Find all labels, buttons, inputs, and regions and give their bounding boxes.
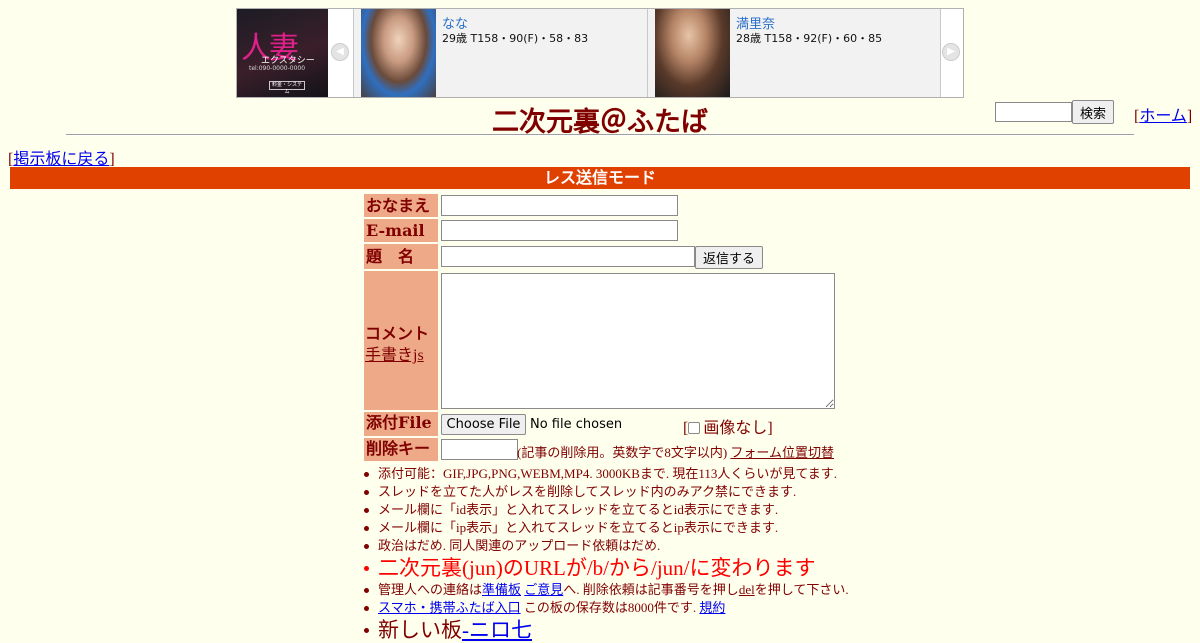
ad-card-photo (655, 9, 730, 97)
delkey-label: 削除キー (364, 438, 438, 461)
new-board-prefix: 新しい板 (378, 618, 462, 642)
subject-label: 題 名 (364, 244, 438, 269)
new-board-link[interactable]: -ニロ七 (462, 618, 532, 642)
mobile-futaba-link[interactable]: スマホ・携帯ふたば入口 (378, 600, 521, 615)
ad-card[interactable]: 満里奈 28歳 T158・92(F)・60・85 (647, 9, 941, 97)
delete-key-field[interactable] (441, 439, 518, 460)
delkey-note: (記事の削除用。英数字で8文字以内) (517, 445, 728, 460)
contact-suffix: を押して下さい. (754, 582, 849, 597)
contact-prefix: 管理人への連絡は (378, 582, 483, 597)
ad-banner[interactable]: 人妻 エクスタシー tel:090-0000-0000 料金・システム ◀ なな… (236, 8, 964, 98)
reply-mode-banner: レス送信モード (10, 167, 1190, 189)
back-to-board-link[interactable]: 掲示板に戻る (13, 151, 109, 168)
header-divider (66, 134, 1134, 136)
chevron-right-icon[interactable]: ▶ (942, 43, 960, 61)
list-item: 管理人への連絡は準備板 ご意見へ. 削除依頼は記事番号を押しdelを押して下さい… (362, 581, 1182, 599)
ad-logo-button: 料金・システム (269, 81, 305, 95)
terms-link[interactable]: 規約 (699, 600, 725, 615)
board-rules-list: 添付可能：GIF,JPG,PNG,WEBM,MP4. 3000KBまで. 現在1… (362, 465, 1182, 643)
submit-reply-button[interactable]: 返信する (695, 246, 763, 269)
ad-card-info: 28歳 T158・92(F)・60・85 (736, 32, 883, 45)
no-image-label: 画像なし (703, 420, 768, 437)
chevron-left-icon[interactable]: ◀ (331, 43, 349, 61)
list-item: 政治はだめ. 同人関連のアップロード依頼はだめ. (362, 537, 1182, 555)
back-link-wrapper: [掲示板に戻る] (8, 151, 115, 168)
home-link[interactable]: ホーム (1139, 108, 1187, 125)
form-position-toggle-link[interactable]: フォーム位置切替 (730, 445, 834, 460)
tegaki-link[interactable]: 手書きjs (365, 341, 424, 365)
email-field[interactable] (441, 220, 678, 241)
search-input[interactable] (995, 102, 1072, 122)
retention-note: この板の保存数は8000件です. (520, 600, 697, 615)
url-change-notice: 二次元裏(jun)のURLが/b/から/jun/に変わります (362, 555, 1182, 581)
name-label: おなまえ (364, 194, 438, 217)
ad-card-info: 29歳 T158・90(F)・58・83 (442, 32, 589, 45)
file-label: 添付File (364, 412, 438, 436)
no-image-option[interactable]: [画像なし] (683, 414, 773, 438)
home-link-wrapper: [ホーム] (1134, 108, 1193, 125)
list-item: スマホ・携帯ふたば入口 この板の保存数は8000件です. 規約 (362, 599, 1182, 617)
opinion-link[interactable]: ご意見 (524, 582, 563, 597)
search-button[interactable]: 検索 (1072, 100, 1114, 124)
comment-textarea[interactable] (441, 273, 835, 409)
list-item: 新しい板-ニロ七 (362, 617, 1182, 643)
list-item: 添付可能：GIF,JPG,PNG,WEBM,MP4. 3000KBまで. 現在1… (362, 465, 1182, 483)
email-label: E-mail (364, 219, 438, 242)
list-item: メール欄に「id表示」と入れてスレッドを立てるとid表示にできます. (362, 501, 1182, 519)
ad-logo-phone: tel:090-0000-0000 (249, 65, 306, 72)
ad-card[interactable]: なな 29歳 T158・90(F)・58・83 (353, 9, 647, 97)
delkey-note-wrapper: (記事の削除用。英数字で8文字以内) フォーム位置切替 (517, 442, 834, 461)
choose-file-button[interactable]: Choose File (441, 414, 526, 435)
junbi-board-link[interactable]: 準備板 (482, 582, 521, 597)
ad-card-photo (361, 9, 436, 97)
list-item: メール欄に「ip表示」と入れてスレッドを立てるとip表示にできます. (362, 519, 1182, 537)
file-status: No file chosen (530, 417, 623, 432)
contact-mid: へ. 削除依頼は記事番号を押し (563, 582, 739, 597)
del-link[interactable]: del (739, 582, 755, 597)
list-item: スレッドを立てた人がレスを削除してスレッド内のみアク禁にできます. (362, 483, 1182, 501)
no-image-checkbox[interactable] (688, 422, 701, 434)
name-field[interactable] (441, 195, 678, 216)
ad-logo[interactable]: 人妻 エクスタシー tel:090-0000-0000 料金・システム (237, 9, 328, 97)
subject-field[interactable] (441, 246, 695, 267)
